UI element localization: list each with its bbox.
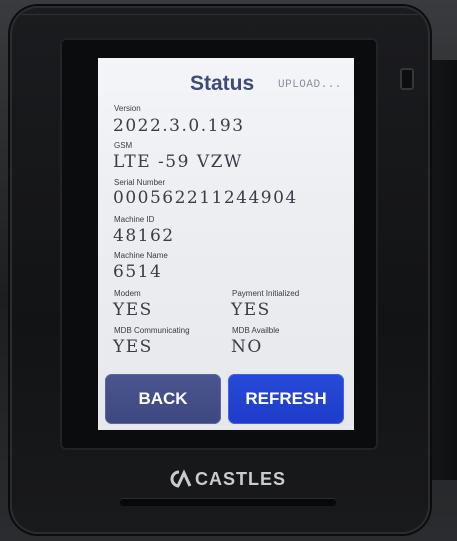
mdb-available-label: MDB Availble: [232, 326, 280, 335]
payment-initialized-value: YES: [231, 300, 271, 320]
card-slot: [120, 498, 336, 506]
page-title: Status: [190, 72, 255, 95]
mdb-communicating-label: MDB Communicating: [114, 326, 190, 335]
mdb-communicating-value: YES: [113, 337, 153, 357]
machine-name-label: Machine Name: [114, 251, 168, 260]
status-screen: Status UPLOAD... Version 2022.3.0.193 GS…: [98, 58, 354, 430]
version-label: Version: [114, 104, 141, 113]
modem-label: Modem: [114, 289, 141, 298]
header: Status UPLOAD...: [98, 70, 354, 100]
device-edge: [22, 14, 418, 15]
gsm-label: GSM: [114, 141, 133, 150]
machine-id-value: 48162: [113, 226, 175, 246]
serial-number-label: Serial Number: [114, 178, 166, 187]
castles-logo-icon: [168, 469, 194, 489]
version-value: 2022.3.0.193: [113, 116, 245, 136]
upload-status: UPLOAD...: [278, 79, 342, 91]
brand-name: CASTLES: [195, 468, 287, 489]
machine-name-value: 6514: [113, 262, 163, 282]
payment-initialized-label: Payment Initialized: [232, 289, 300, 298]
brand-logo: CASTLES: [168, 468, 286, 490]
side-sensor: [400, 68, 414, 90]
serial-number-value: 000562211244904: [113, 188, 298, 208]
back-button[interactable]: BACK: [105, 374, 221, 424]
gsm-value: LTE -59 VZW: [113, 152, 243, 172]
refresh-button[interactable]: REFRESH: [228, 374, 344, 424]
modem-value: YES: [113, 300, 153, 320]
mdb-available-value: NO: [231, 337, 263, 357]
machine-id-label: Machine ID: [114, 215, 155, 224]
